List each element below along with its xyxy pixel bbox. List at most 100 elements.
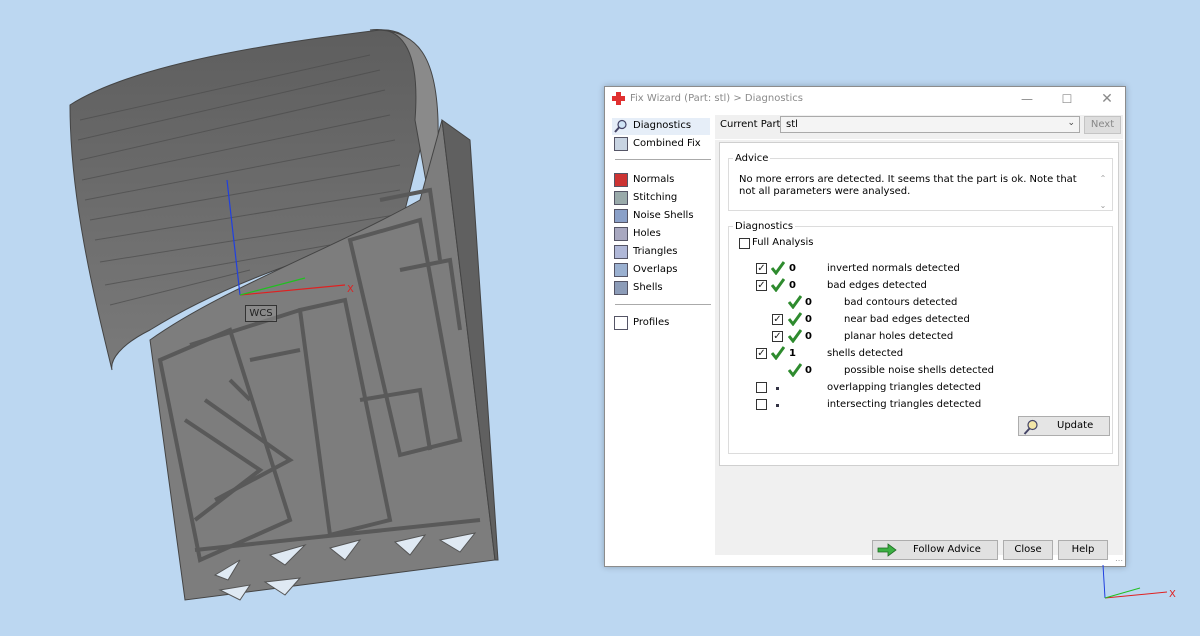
diag-label: planar holes detected [844,331,954,342]
shells-icon [614,281,628,295]
diag-label: intersecting triangles detected [827,399,982,410]
diagnostics-panel: Current Part: stl ⌄ Next Advice No more … [715,115,1123,555]
nav-label: Profiles [633,317,670,328]
nav-item-triangles[interactable]: Triangles [612,244,710,261]
help-button[interactable]: Help [1058,540,1108,560]
magnifier-icon [1023,419,1038,435]
nav-label: Triangles [633,246,678,257]
content-area: Advice No more errors are detected. It s… [719,142,1119,466]
green-check-icon [771,261,785,275]
update-button[interactable]: Update [1018,416,1110,436]
diag-count: 1 [789,348,796,359]
diag-count: 0 [805,297,812,308]
close-button[interactable]: Close [1003,540,1053,560]
title-bar[interactable]: Fix Wizard (Part: stl) > Diagnostics — ☐… [605,87,1125,111]
not-analysed-dot-icon [776,404,779,407]
nav-divider [615,159,711,160]
update-label: Update [1057,420,1094,431]
current-part-label: Current Part: [720,119,784,130]
axis-x-label: X [347,284,354,295]
green-check-icon [788,329,802,343]
minimize-button[interactable]: — [1017,90,1037,108]
nav-item-diagnostics[interactable]: Diagnostics [612,118,710,135]
corner-axis-x-label: X [1169,589,1176,600]
wcs-label: WCS [245,305,277,322]
diagnostics-legend: Diagnostics [735,221,794,232]
magnifier-icon [614,119,627,133]
not-analysed-dot-icon [776,387,779,390]
diag-count: 0 [805,331,812,342]
next-button[interactable]: Next [1084,116,1121,134]
green-check-icon [788,363,802,377]
advice-legend: Advice [735,153,769,164]
maximize-button[interactable]: ☐ [1057,90,1077,108]
diag-label: possible noise shells detected [844,365,995,376]
nav-item-holes[interactable]: Holes [612,226,710,243]
nav-label: Noise Shells [633,210,694,221]
full-analysis-label: Full Analysis [752,237,814,248]
advice-scrollbar[interactable]: ⌃ ⌄ [1098,174,1108,214]
green-check-icon [788,295,802,309]
overlaps-icon [614,263,628,277]
cube-icon [614,137,628,151]
nav-label: Shells [633,282,663,293]
diag-count: 0 [789,263,796,274]
intersecting-triangles-checkbox[interactable] [756,399,767,410]
diagnostics-group: Diagnostics Full Analysis ✓ 0 inverted n… [728,221,1113,454]
green-check-icon [788,312,802,326]
near-bad-edges-checkbox[interactable]: ✓ [772,314,783,325]
full-analysis-checkbox[interactable] [739,238,750,249]
current-part-select[interactable]: stl ⌄ [780,116,1080,133]
red-cross-icon [612,92,625,105]
fix-wizard-dialog: Fix Wizard (Part: stl) > Diagnostics — ☐… [604,86,1126,567]
inverted-normals-checkbox[interactable]: ✓ [756,263,767,274]
nav-item-combined-fix[interactable]: Combined Fix [612,136,710,153]
green-check-icon [771,346,785,360]
noise-shells-icon [614,209,628,223]
corner-axis-indicator: X [1102,564,1176,600]
nav-label: Combined Fix [633,138,701,149]
follow-advice-label: Follow Advice [913,544,981,555]
wizard-nav: Diagnostics Combined Fix Normals Stitchi… [612,115,712,555]
nav-item-stitching[interactable]: Stitching [612,190,710,207]
green-arrow-icon [877,543,897,557]
nav-item-shells[interactable]: Shells [612,280,710,297]
nav-item-profiles[interactable]: Profiles [612,315,710,332]
nav-label: Holes [633,228,661,239]
window-title: Fix Wizard (Part: stl) > Diagnostics [630,93,803,104]
advice-group: Advice No more errors are detected. It s… [728,153,1113,211]
diag-label: inverted normals detected [827,263,960,274]
normals-cube-icon [614,173,628,187]
nav-label: Normals [633,174,675,185]
diag-label: near bad edges detected [844,314,970,325]
nav-item-overlaps[interactable]: Overlaps [612,262,710,279]
nav-label: Stitching [633,192,678,203]
nav-label: Overlaps [633,264,678,275]
current-part-value: stl [786,119,798,130]
diag-count: 0 [789,280,796,291]
diag-count: 0 [805,365,812,376]
diag-label: shells detected [827,348,904,359]
diag-label: overlapping triangles detected [827,382,981,393]
diag-label: bad contours detected [844,297,958,308]
nav-item-noise-shells[interactable]: Noise Shells [612,208,710,225]
panel-divider [715,139,1123,140]
close-window-button[interactable]: ✕ [1097,90,1117,108]
diag-count: 0 [805,314,812,325]
nav-divider [615,304,711,305]
planar-holes-checkbox[interactable]: ✓ [772,331,783,342]
bad-edges-checkbox[interactable]: ✓ [756,280,767,291]
green-check-icon [771,278,785,292]
holes-icon [614,227,628,241]
advice-text: No more errors are detected. It seems th… [739,174,1077,197]
shells-checkbox[interactable]: ✓ [756,348,767,359]
diag-label: bad edges detected [827,280,927,291]
document-icon [614,316,628,330]
follow-advice-button[interactable]: Follow Advice [872,540,998,560]
nav-item-normals[interactable]: Normals [612,172,710,189]
overlapping-triangles-checkbox[interactable] [756,382,767,393]
chevron-down-icon: ⌄ [1067,118,1075,128]
triangles-icon [614,245,628,259]
stitching-icon [614,191,628,205]
nav-label: Diagnostics [633,120,692,131]
